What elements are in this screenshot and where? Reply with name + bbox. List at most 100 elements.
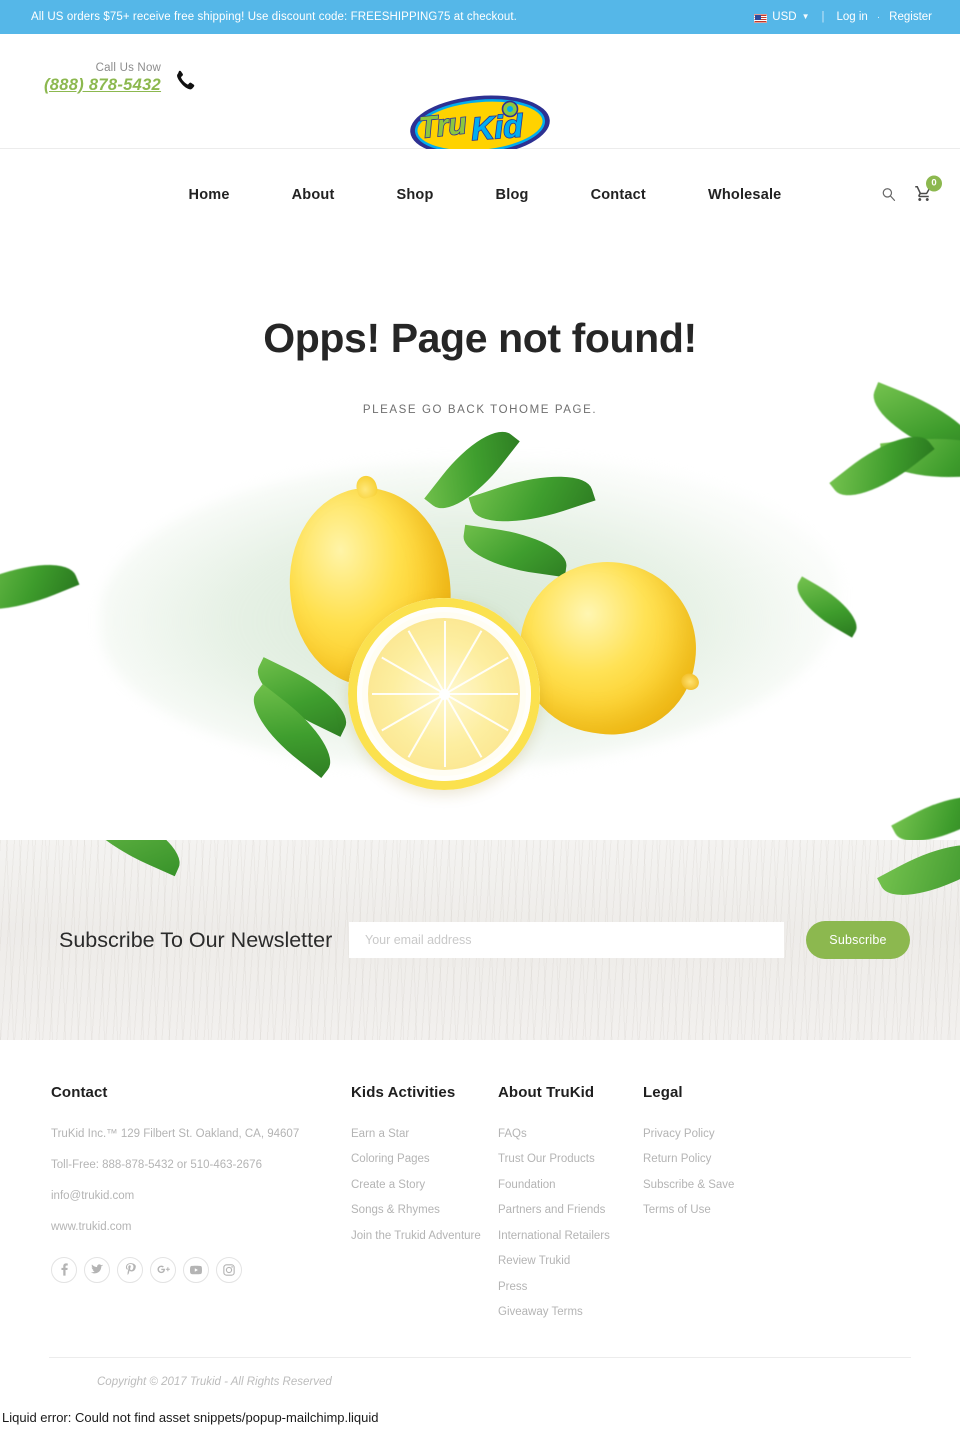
list-item[interactable]: Join the Trukid Adventure bbox=[351, 1229, 498, 1244]
leaf-icon bbox=[877, 840, 960, 914]
list-item[interactable]: Create a Story bbox=[351, 1178, 498, 1193]
error-subtext-suffix: . bbox=[592, 404, 598, 416]
nav-item-shop[interactable]: Shop bbox=[366, 186, 465, 204]
topbar-dot-separator: · bbox=[876, 11, 881, 23]
list-item[interactable]: Privacy Policy bbox=[643, 1127, 823, 1142]
footer-heading-contact: Contact bbox=[51, 1084, 108, 1101]
list-item[interactable]: Terms of Use bbox=[643, 1203, 823, 1218]
site-header: Call Us Now (888) 878-5432 Tru Kid bbox=[0, 34, 960, 157]
newsletter-form: Subscribe bbox=[349, 921, 911, 959]
list-item[interactable]: Coloring Pages bbox=[351, 1152, 498, 1167]
call-us-block: Call Us Now (888) 878-5432 bbox=[44, 62, 195, 95]
leaf-icon bbox=[862, 382, 960, 466]
nav-item-home[interactable]: Home bbox=[158, 186, 261, 204]
home-page-link[interactable]: HOME PAGE bbox=[509, 404, 592, 416]
footer-column-about-trukid: About TruKid FAQs Trust Our Products Fou… bbox=[498, 1084, 643, 1331]
footer-link-press[interactable]: Press bbox=[498, 1281, 527, 1293]
newsletter-title: Subscribe To Our Newsletter bbox=[59, 927, 333, 952]
list-item[interactable]: Earn a Star bbox=[351, 1127, 498, 1142]
list-item[interactable]: Giveaway Terms bbox=[498, 1305, 643, 1320]
list-item[interactable]: Songs & Rhymes bbox=[351, 1203, 498, 1218]
footer-link-privacy-policy[interactable]: Privacy Policy bbox=[643, 1128, 715, 1140]
footer-link-trust-our-products[interactable]: Trust Our Products bbox=[498, 1153, 595, 1165]
subscribe-button[interactable]: Subscribe bbox=[806, 921, 910, 959]
nav-link-blog[interactable]: Blog bbox=[496, 187, 529, 203]
nav-item-blog[interactable]: Blog bbox=[465, 186, 560, 204]
page-title: Opps! Page not found! bbox=[263, 315, 697, 361]
list-item[interactable]: Subscribe & Save bbox=[643, 1178, 823, 1193]
topbar-account-area: USD ▼ | Log in · Register bbox=[754, 11, 932, 23]
footer-link-create-a-story[interactable]: Create a Story bbox=[351, 1179, 425, 1191]
instagram-icon[interactable] bbox=[216, 1256, 242, 1283]
cart-count-badge: 0 bbox=[926, 175, 942, 192]
phone-number-link[interactable]: (888) 878-5432 bbox=[44, 76, 161, 95]
contact-phone: Toll-Free: 888-878-5432 or 510-463-2676 bbox=[51, 1158, 262, 1171]
footer-link-foundation[interactable]: Foundation bbox=[498, 1179, 556, 1191]
footer-links-legal: Privacy Policy Return Policy Subscribe &… bbox=[643, 1127, 823, 1218]
footer-link-return-policy[interactable]: Return Policy bbox=[643, 1153, 711, 1165]
currency-selector[interactable]: USD ▼ bbox=[754, 11, 809, 23]
currency-label: USD bbox=[772, 11, 797, 23]
newsletter-section: Subscribe To Our Newsletter Subscribe bbox=[0, 840, 960, 1040]
footer-link-earn-a-star[interactable]: Earn a Star bbox=[351, 1128, 409, 1140]
cart-button[interactable]: 0 bbox=[914, 175, 942, 206]
footer-links-about-trukid: FAQs Trust Our Products Foundation Partn… bbox=[498, 1127, 643, 1320]
list-item[interactable]: Press bbox=[498, 1280, 643, 1295]
footer-link-giveaway-terms[interactable]: Giveaway Terms bbox=[498, 1306, 583, 1318]
nav-item-contact[interactable]: Contact bbox=[560, 186, 677, 204]
list-item[interactable]: Review Trukid bbox=[498, 1254, 643, 1269]
topbar-separator: | bbox=[821, 11, 825, 23]
contact-address: TruKid Inc.™ 129 Filbert St. Oakland, CA… bbox=[51, 1128, 300, 1140]
leaf-icon bbox=[66, 840, 192, 877]
list-item[interactable]: Trust Our Products bbox=[498, 1152, 643, 1167]
google-plus-icon[interactable] bbox=[150, 1256, 176, 1283]
footer-link-partners-and-friends[interactable]: Partners and Friends bbox=[498, 1204, 605, 1216]
list-item[interactable]: Foundation bbox=[498, 1178, 643, 1193]
list-item[interactable]: Partners and Friends bbox=[498, 1203, 643, 1218]
call-us-label: Call Us Now bbox=[95, 62, 162, 74]
footer-link-review-trukid[interactable]: Review Trukid bbox=[498, 1255, 570, 1267]
footer-bottom-bar: Copyright © 2017 Trukid - All Rights Res… bbox=[49, 1356, 911, 1404]
footer-link-join-the-trukid-adventure[interactable]: Join the Trukid Adventure bbox=[351, 1230, 481, 1242]
list-item[interactable]: International Retailers bbox=[498, 1229, 643, 1244]
nav-item-about[interactable]: About bbox=[261, 186, 366, 204]
contact-email: info@trukid.com bbox=[51, 1189, 135, 1202]
footer-heading-about-trukid: About TruKid bbox=[498, 1084, 595, 1101]
login-link[interactable]: Log in bbox=[836, 11, 867, 23]
main-navigation: Home About Shop Blog Contact Wholesale 0 bbox=[0, 149, 960, 241]
footer-link-subscribe-save[interactable]: Subscribe & Save bbox=[643, 1179, 734, 1191]
footer-link-terms-of-use[interactable]: Terms of Use bbox=[643, 1204, 711, 1216]
footer-link-songs-rhymes[interactable]: Songs & Rhymes bbox=[351, 1204, 440, 1216]
footer-column-kids-activities: Kids Activities Earn a Star Coloring Pag… bbox=[351, 1084, 498, 1331]
nav-list: Home About Shop Blog Contact Wholesale bbox=[148, 186, 813, 204]
footer-link-faqs[interactable]: FAQs bbox=[498, 1128, 527, 1140]
footer-links-kids-activities: Earn a Star Coloring Pages Create a Stor… bbox=[351, 1127, 498, 1244]
chevron-down-icon: ▼ bbox=[801, 12, 810, 21]
leaf-icon bbox=[891, 780, 960, 840]
nav-link-shop[interactable]: Shop bbox=[397, 187, 434, 203]
top-promo-bar: All US orders $75+ receive free shipping… bbox=[0, 0, 960, 34]
list-item[interactable]: FAQs bbox=[498, 1127, 643, 1142]
nav-link-about[interactable]: About bbox=[292, 187, 335, 203]
pinterest-icon[interactable] bbox=[117, 1256, 143, 1283]
footer-heading-legal: Legal bbox=[643, 1084, 683, 1101]
search-button[interactable] bbox=[881, 186, 896, 204]
youtube-icon[interactable] bbox=[183, 1256, 209, 1283]
nav-link-contact[interactable]: Contact bbox=[591, 187, 646, 203]
twitter-icon[interactable] bbox=[84, 1256, 110, 1283]
us-flag-icon bbox=[754, 13, 768, 23]
footer-link-international-retailers[interactable]: International Retailers bbox=[498, 1230, 610, 1242]
nav-link-home[interactable]: Home bbox=[189, 187, 230, 203]
error-subtext: PLEASE GO BACK TOHOME PAGE. bbox=[0, 404, 960, 416]
facebook-icon[interactable] bbox=[51, 1256, 77, 1283]
register-link[interactable]: Register bbox=[889, 11, 932, 23]
error-subtext-prefix: PLEASE GO BACK TO bbox=[362, 404, 510, 416]
svg-text:Tru: Tru bbox=[417, 107, 468, 145]
list-item[interactable]: Return Policy bbox=[643, 1152, 823, 1167]
nav-link-wholesale[interactable]: Wholesale bbox=[708, 187, 782, 203]
nav-item-wholesale[interactable]: Wholesale bbox=[677, 186, 813, 204]
search-icon bbox=[881, 186, 896, 204]
footer-link-coloring-pages[interactable]: Coloring Pages bbox=[351, 1153, 430, 1165]
newsletter-email-input[interactable] bbox=[349, 922, 784, 958]
nav-tools: 0 bbox=[881, 175, 942, 206]
